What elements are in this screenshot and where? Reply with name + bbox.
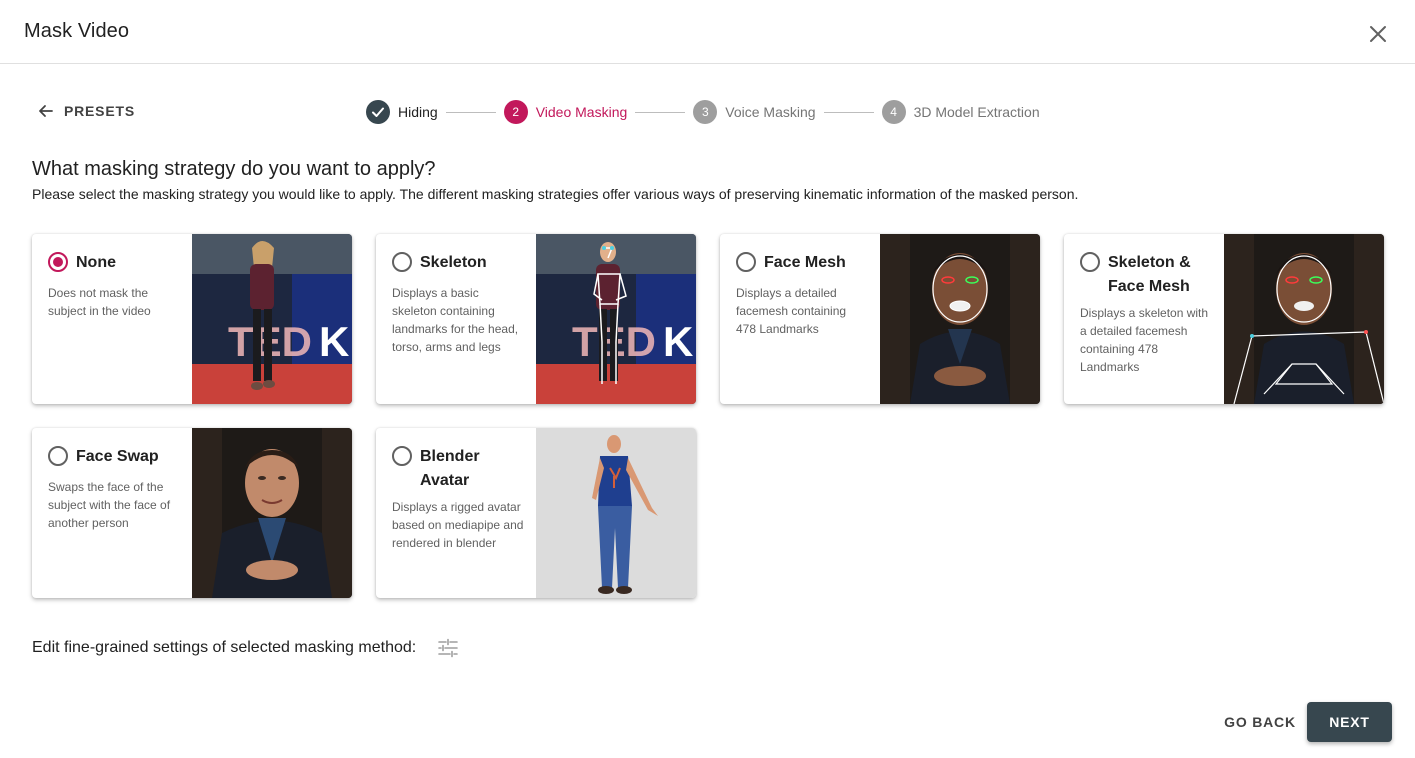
tune-icon[interactable] xyxy=(436,636,460,660)
skeleton-face-mesh-thumbnail xyxy=(1224,234,1384,404)
strategy-card-face-mesh[interactable]: Face Mesh Displays a detailed facemesh c… xyxy=(720,234,1040,404)
step-hiding[interactable]: Hiding xyxy=(366,100,438,124)
step-number: 3 xyxy=(693,100,718,124)
strategy-description: Swaps the face of the subject with the f… xyxy=(48,480,171,530)
presets-label: PRESETS xyxy=(64,103,135,119)
step-label: Voice Masking xyxy=(725,104,816,120)
dialog-title: Mask Video xyxy=(24,20,130,42)
check-icon xyxy=(366,100,390,124)
step-voice-masking[interactable]: 3 Voice Masking xyxy=(693,100,816,124)
strategy-title: Skeleton xyxy=(420,254,487,271)
radio-button[interactable] xyxy=(392,252,412,272)
svg-text:K: K xyxy=(319,318,349,365)
strategy-title: Face Swap xyxy=(76,448,159,465)
ted-speaker-thumbnail: TED K xyxy=(192,234,352,404)
step-connector xyxy=(635,111,686,113)
strategy-description: Displays a detailed facemesh containing … xyxy=(736,286,847,336)
stepper: Hiding 2 Video Masking 3 Voice Masking 4… xyxy=(366,100,1040,124)
radio-button[interactable] xyxy=(392,446,412,466)
step-label: Video Masking xyxy=(535,104,628,120)
radio-button[interactable] xyxy=(48,252,68,272)
strategy-card-blender-avatar[interactable]: Blender Avatar Displays a rigged avatar … xyxy=(376,428,696,598)
step-connector xyxy=(823,111,874,113)
close-icon xyxy=(1370,26,1386,42)
settings-row: Edit fine-grained settings of selected m… xyxy=(32,636,460,660)
strategy-title: Face Mesh xyxy=(764,254,846,271)
radio-button[interactable] xyxy=(736,252,756,272)
strategy-card-none[interactable]: None Does not mask the subject in the vi… xyxy=(32,234,352,404)
strategy-description: Does not mask the subject in the video xyxy=(48,286,151,318)
page-subheading: Please select the masking strategy you w… xyxy=(32,186,1079,202)
radio-button[interactable] xyxy=(48,446,68,466)
step-number: 4 xyxy=(881,100,906,124)
next-button[interactable]: NEXT xyxy=(1307,702,1392,742)
step-label: 3D Model Extraction xyxy=(913,104,1040,120)
strategy-card-skeleton-face-mesh[interactable]: Skeleton & Face Mesh Displays a skeleton… xyxy=(1064,234,1384,404)
page-heading: What masking strategy do you want to app… xyxy=(32,158,436,180)
settings-label: Edit fine-grained settings of selected m… xyxy=(32,639,417,656)
strategy-description: Displays a basic skeleton containing lan… xyxy=(392,286,519,354)
strategy-card-face-swap[interactable]: Face Swap Swaps the face of the subject … xyxy=(32,428,352,598)
strategy-title: None xyxy=(76,254,116,271)
face-mesh-thumbnail xyxy=(880,234,1040,404)
arrow-left-icon xyxy=(39,105,53,117)
close-button[interactable] xyxy=(1366,22,1390,46)
go-back-button[interactable]: GO BACK xyxy=(1222,702,1298,742)
step-label: Hiding xyxy=(398,104,438,120)
presets-back-button[interactable]: PRESETS xyxy=(36,100,135,122)
step-number: 2 xyxy=(503,100,528,124)
dialog-header: Mask Video xyxy=(0,0,1415,64)
strategy-description: Displays a rigged avatar based on mediap… xyxy=(392,500,524,550)
step-connector xyxy=(445,111,496,113)
face-swap-thumbnail xyxy=(192,428,352,598)
mask-video-dialog: Mask Video PRESETS Hiding 2 Video Maskin… xyxy=(0,0,1415,758)
blender-avatar-thumbnail xyxy=(536,428,696,598)
strategy-title: Blender Avatar xyxy=(420,448,480,489)
strategy-title: Skeleton & Face Mesh xyxy=(1108,254,1191,295)
strategy-description: Displays a skeleton with a detailed face… xyxy=(1080,306,1209,374)
strategy-card-skeleton[interactable]: Skeleton Displays a basic skeleton conta… xyxy=(376,234,696,404)
step-3d-model-extraction[interactable]: 4 3D Model Extraction xyxy=(881,100,1040,124)
step-video-masking[interactable]: 2 Video Masking xyxy=(503,100,628,124)
svg-text:K: K xyxy=(663,318,693,365)
skeleton-thumbnail: TED K xyxy=(536,234,696,404)
radio-button[interactable] xyxy=(1080,252,1100,272)
